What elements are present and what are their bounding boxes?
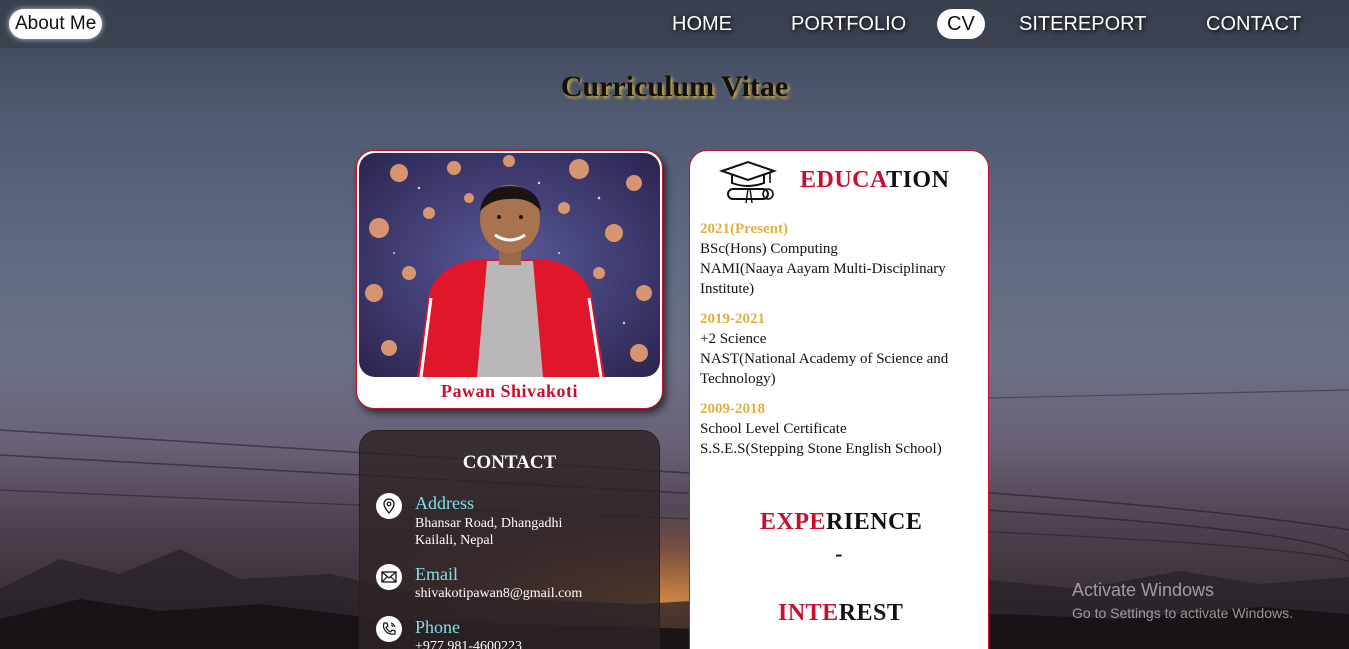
activate-windows-subtitle: Go to Settings to activate Windows. bbox=[1072, 605, 1293, 621]
education-degree-2: +2 Science bbox=[700, 331, 767, 347]
email-label: Email bbox=[415, 564, 458, 584]
phone-label: Phone bbox=[415, 617, 460, 637]
education-degree-1: BSc(Hons) Computing bbox=[700, 241, 838, 257]
about-me-button[interactable]: About Me bbox=[9, 9, 103, 39]
experience-content: - bbox=[835, 541, 843, 566]
location-pin-icon bbox=[376, 493, 402, 519]
phone-value[interactable]: +977 981-4600223 bbox=[415, 638, 522, 649]
nav-sitereport[interactable]: SITEREPORT bbox=[1019, 9, 1146, 39]
experience-heading-red: EXPE bbox=[760, 509, 827, 535]
education-school-3: S.S.E.S(Stepping Stone English School) bbox=[700, 441, 942, 457]
education-year-1: 2021(Present) bbox=[700, 221, 789, 237]
address-line-2: Kailali, Nepal bbox=[415, 533, 494, 548]
profile-card: Pawan Shivakoti bbox=[356, 150, 663, 409]
nav-home[interactable]: HOME bbox=[672, 9, 732, 39]
address-line-1: Bhansar Road, Dhangadhi bbox=[415, 516, 563, 531]
graduation-cap-icon bbox=[718, 159, 778, 208]
education-card: EDUCATION 2021(Present) BSc(Hons) Comput… bbox=[689, 150, 989, 649]
education-year-3: 2009-2018 bbox=[700, 401, 765, 417]
education-heading: EDUCATION bbox=[800, 167, 949, 194]
mail-icon bbox=[376, 564, 402, 590]
activate-windows-title: Activate Windows bbox=[1072, 580, 1215, 600]
interest-heading: INTEREST bbox=[778, 600, 903, 627]
nav-cv[interactable]: CV bbox=[937, 9, 985, 39]
hills-silhouette bbox=[0, 549, 1349, 649]
nav-contact[interactable]: CONTACT bbox=[1206, 9, 1301, 39]
phone-icon bbox=[376, 616, 402, 642]
top-navbar: About Me HOME PORTFOLIO CV SITEREPORT CO… bbox=[0, 0, 1349, 48]
contact-card: CONTACT Address Bhansar Road, Dhangadhi … bbox=[359, 430, 660, 649]
education-year-2: 2019-2021 bbox=[700, 311, 765, 327]
education-school-2: NAST(National Academy of Science and Tec… bbox=[700, 351, 949, 387]
profile-photo bbox=[359, 153, 660, 377]
profile-name: Pawan Shivakoti bbox=[440, 381, 579, 401]
email-value[interactable]: shivakotipawan8@gmail.com bbox=[415, 585, 582, 602]
contact-title: CONTACT bbox=[462, 452, 557, 473]
page-title: Curriculum Vitae bbox=[560, 70, 789, 103]
education-degree-3: School Level Certificate bbox=[700, 421, 847, 437]
experience-heading-black: RIENCE bbox=[826, 509, 923, 535]
interest-heading-black: REST bbox=[838, 600, 904, 626]
experience-heading: EXPERIENCE bbox=[760, 509, 922, 536]
interest-heading-red: INTE bbox=[778, 600, 839, 626]
nav-portfolio[interactable]: PORTFOLIO bbox=[791, 9, 906, 39]
education-heading-red: EDUCA bbox=[800, 167, 887, 193]
address-label: Address bbox=[415, 493, 474, 513]
education-school-1: NAMI(Naaya Aayam Multi-Disciplinary Inst… bbox=[700, 261, 946, 297]
education-heading-black: TION bbox=[886, 167, 950, 193]
